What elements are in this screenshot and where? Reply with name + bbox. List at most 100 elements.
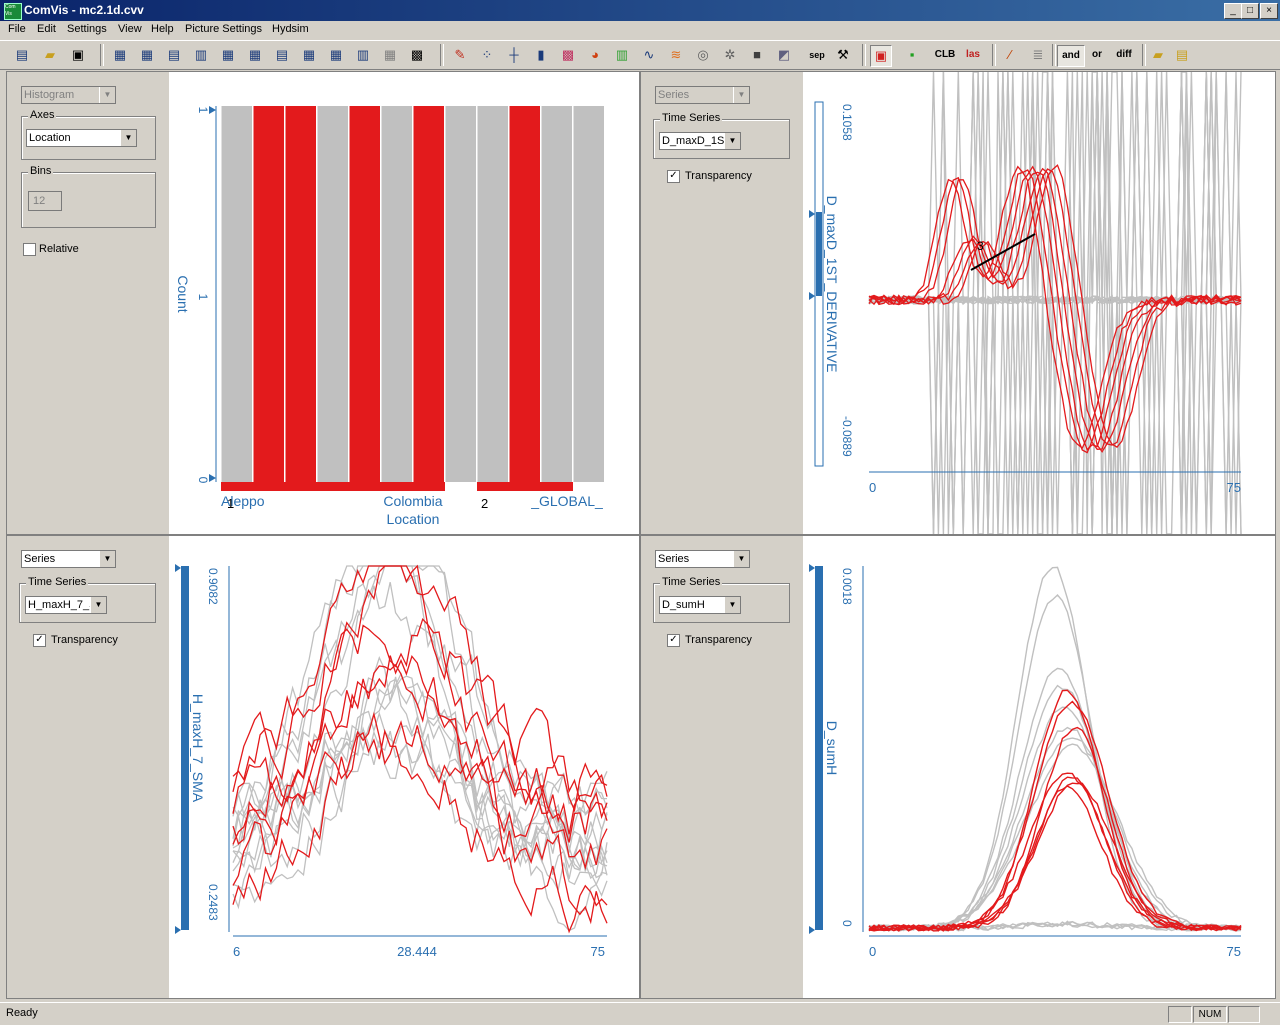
- series-chart-1[interactable]: 0.1058 -0.0889 D_maxD_1ST_DERIVATIVE 0 7…: [803, 72, 1275, 534]
- series-plot-2[interactable]: 0.9082 0.2483 H_maxH_7_SMA 6 28.444 75: [169, 536, 639, 998]
- chevron-down-icon[interactable]: ▼: [99, 87, 115, 103]
- layout-2-icon[interactable]: ▦: [137, 45, 157, 65]
- y-axis-selection[interactable]: [816, 212, 822, 296]
- open-folder-icon[interactable]: ▰: [40, 45, 60, 65]
- spiral-icon[interactable]: ◎: [693, 45, 713, 65]
- time-series-select[interactable]: D_sumH ▼: [659, 596, 741, 614]
- y-axis-handle-bottom[interactable]: [809, 926, 815, 934]
- brush-tool-icon[interactable]: ⁄: [1000, 45, 1020, 65]
- notes-icon[interactable]: ▤: [1172, 45, 1192, 65]
- layout-6-icon[interactable]: ▦: [245, 45, 265, 65]
- chart-type-select[interactable]: Series ▼: [655, 550, 750, 568]
- y-axis-handle-top[interactable]: [175, 564, 181, 572]
- y-axis-handle-bottom[interactable]: [175, 926, 181, 934]
- multi-select-icon[interactable]: ▪: [902, 45, 922, 65]
- chart-type-select[interactable]: Series ▼: [655, 86, 750, 104]
- histogram-icon[interactable]: ▮: [531, 45, 551, 65]
- dv-icon[interactable]: ▩: [407, 45, 427, 65]
- menu-edit[interactable]: Edit: [37, 23, 56, 35]
- chevron-down-icon[interactable]: ▼: [733, 87, 749, 103]
- transparency-checkbox[interactable]: ✓: [33, 634, 46, 647]
- chevron-down-icon[interactable]: ▼: [120, 130, 136, 146]
- transparency-checkbox[interactable]: ✓: [667, 634, 680, 647]
- y-axis-handle-top[interactable]: [809, 210, 815, 218]
- layout-11-icon[interactable]: ▦: [380, 45, 400, 65]
- menu-hydsim[interactable]: Hydsim: [272, 23, 309, 35]
- line-chart-icon[interactable]: ∿: [639, 45, 659, 65]
- menu-picture-settings[interactable]: Picture Settings: [185, 23, 262, 35]
- histogram-bar[interactable]: [541, 106, 573, 482]
- layout-8-icon[interactable]: ▦: [299, 45, 319, 65]
- layout-5-icon[interactable]: ▦: [218, 45, 238, 65]
- bar-chart-icon[interactable]: ▥: [612, 45, 632, 65]
- pie-chart-icon[interactable]: ◕: [585, 45, 605, 65]
- layout-10-icon[interactable]: ▥: [353, 45, 373, 65]
- menu-help[interactable]: Help: [151, 23, 174, 35]
- scatter-icon[interactable]: ⁘: [477, 45, 497, 65]
- histogram-bar[interactable]: [253, 106, 285, 482]
- hammer-icon[interactable]: ⚒: [833, 45, 853, 65]
- select-mode-icon[interactable]: ▣: [870, 45, 892, 67]
- folder-icon[interactable]: ▰: [1148, 45, 1168, 65]
- axes-select[interactable]: Location ▼: [26, 129, 137, 147]
- y-axis-handle-top[interactable]: [809, 564, 815, 572]
- or-button[interactable]: or: [1084, 45, 1110, 65]
- network-icon[interactable]: ◩: [774, 45, 794, 65]
- minimize-button[interactable]: _: [1224, 3, 1242, 19]
- layout-7-icon[interactable]: ▤: [272, 45, 292, 65]
- selection-strip[interactable]: [477, 482, 573, 491]
- series-chart-3[interactable]: 0.0018 0 D_sumH 0 75: [803, 536, 1275, 998]
- list-icon[interactable]: ≣: [1028, 45, 1048, 65]
- y-axis-selection[interactable]: [815, 566, 823, 930]
- selection-strip[interactable]: [221, 482, 445, 491]
- time-series-select[interactable]: D_maxD_1ST ▼: [659, 132, 741, 150]
- layout-1-icon[interactable]: ▦: [110, 45, 130, 65]
- menu-view[interactable]: View: [118, 23, 142, 35]
- histogram-bar[interactable]: [285, 106, 317, 482]
- histogram-bar[interactable]: [221, 106, 253, 482]
- time-series-select[interactable]: H_maxH_7_S ▼: [25, 596, 107, 614]
- relative-checkbox[interactable]: [23, 243, 36, 256]
- map-icon[interactable]: ■: [747, 45, 767, 65]
- chart-type-select[interactable]: Series ▼: [21, 550, 116, 568]
- sep-button[interactable]: sep: [804, 45, 830, 65]
- new-file-icon[interactable]: ▤: [12, 45, 32, 65]
- cluster-icon[interactable]: ✲: [720, 45, 740, 65]
- chevron-down-icon[interactable]: ▼: [99, 551, 115, 567]
- histogram-chart[interactable]: 1 1 0 Count Aleppo Colombia _GLOBAL_ Loc…: [169, 72, 639, 534]
- las-button[interactable]: las: [960, 45, 986, 65]
- series-plot-3[interactable]: 0.0018 0 D_sumH 0 75: [803, 536, 1275, 998]
- histogram-bar[interactable]: [509, 106, 541, 482]
- chevron-down-icon[interactable]: ▼: [724, 597, 740, 613]
- chevron-down-icon[interactable]: ▼: [90, 597, 106, 613]
- histogram-bar[interactable]: [317, 106, 349, 482]
- y-axis-handle-bottom[interactable]: [809, 292, 815, 300]
- series-plot-1[interactable]: 0.1058 -0.0889 D_maxD_1ST_DERIVATIVE 0 7…: [803, 72, 1275, 534]
- axes-icon[interactable]: ┼: [504, 45, 524, 65]
- bins-input[interactable]: 12: [28, 191, 62, 211]
- histogram-bar[interactable]: [381, 106, 413, 482]
- histogram-bar[interactable]: [413, 106, 445, 482]
- chevron-down-icon[interactable]: ▼: [733, 551, 749, 567]
- menu-file[interactable]: File: [8, 23, 26, 35]
- chart-type-select[interactable]: Histogram ▼: [21, 86, 116, 104]
- clb-button[interactable]: CLB: [932, 45, 958, 65]
- histogram-bar[interactable]: [349, 106, 381, 482]
- brush-icon[interactable]: ✎: [450, 45, 470, 65]
- parallel-coords-icon[interactable]: ▩: [558, 45, 578, 65]
- layout-4-icon[interactable]: ▥: [191, 45, 211, 65]
- maximize-button[interactable]: □: [1241, 3, 1259, 19]
- save-icon[interactable]: ▣: [68, 45, 88, 65]
- close-button[interactable]: ×: [1260, 3, 1278, 19]
- histogram-bar[interactable]: [573, 106, 605, 482]
- y-axis-selection[interactable]: [181, 566, 189, 930]
- histogram-bar[interactable]: [477, 106, 509, 482]
- area-chart-icon[interactable]: ≋: [666, 45, 686, 65]
- histogram-plot[interactable]: 1 1 0 Count Aleppo Colombia _GLOBAL_ Loc…: [169, 72, 639, 534]
- menu-settings[interactable]: Settings: [67, 23, 107, 35]
- histogram-bar[interactable]: [445, 106, 477, 482]
- transparency-checkbox[interactable]: ✓: [667, 170, 680, 183]
- layout-3-icon[interactable]: ▤: [164, 45, 184, 65]
- series-chart-2[interactable]: 0.9082 0.2483 H_maxH_7_SMA 6 28.444 75: [169, 536, 639, 998]
- layout-9-icon[interactable]: ▦: [326, 45, 346, 65]
